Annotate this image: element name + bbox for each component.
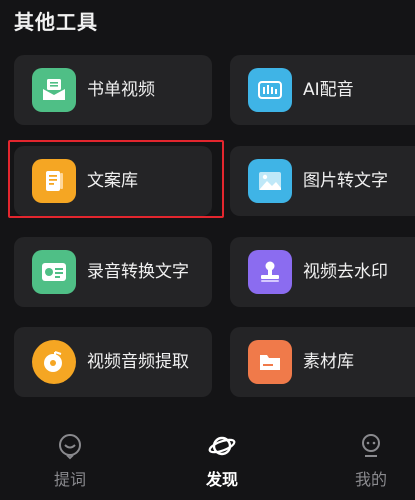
image-to-text-icon — [248, 159, 292, 203]
tab-prompt[interactable]: 提词 — [30, 418, 110, 500]
tool-label: 录音转换文字 — [87, 262, 189, 282]
audio-to-text-icon — [32, 250, 76, 294]
prompt-icon — [59, 434, 81, 460]
tool-card-audio-extract[interactable]: 视频音频提取 — [14, 327, 212, 397]
copywriting-icon — [32, 159, 76, 203]
planet-icon — [208, 436, 236, 456]
audio-extract-icon — [32, 340, 76, 384]
tool-label: 文案库 — [87, 171, 138, 191]
bottom-tab-bar: 提词 发现 我的 — [0, 418, 415, 500]
tool-card-material-library[interactable]: 素材库 — [230, 327, 415, 397]
profile-icon — [362, 434, 380, 457]
tool-card-remove-watermark[interactable]: 视频去水印 — [230, 237, 415, 307]
tool-label: AI配音 — [303, 80, 354, 100]
ai-voice-icon — [248, 68, 292, 112]
remove-watermark-icon — [248, 250, 292, 294]
tab-discover[interactable]: 发现 — [182, 418, 262, 500]
tab-label: 我的 — [354, 470, 387, 489]
tool-label: 视频去水印 — [303, 262, 388, 282]
tab-label: 发现 — [205, 470, 238, 489]
material-library-icon — [248, 340, 292, 384]
tool-label: 书单视频 — [87, 80, 155, 100]
tool-card-book-video[interactable]: 书单视频 — [14, 55, 212, 125]
tool-card-image-to-text[interactable]: 图片转文字 — [230, 146, 415, 216]
tool-card-ai-voice[interactable]: AI配音 — [230, 55, 415, 125]
tools-grid: 书单视频 AI配音 文案库 图片转文字 录音转换文字 视频去水印 视频音频提取 … — [0, 0, 415, 420]
tab-label: 提词 — [53, 470, 86, 489]
tool-card-audio-to-text[interactable]: 录音转换文字 — [14, 237, 212, 307]
tool-label: 素材库 — [303, 352, 354, 372]
tool-card-copywriting[interactable]: 文案库 — [14, 146, 212, 216]
tab-profile[interactable]: 我的 — [331, 418, 411, 500]
tools-page: 其他工具 书单视频 AI配音 文案库 图片转文字 录音转换文字 视频去水印 视频… — [0, 0, 415, 500]
tool-label: 图片转文字 — [303, 171, 388, 191]
book-video-icon — [32, 68, 76, 112]
tool-label: 视频音频提取 — [87, 352, 189, 372]
